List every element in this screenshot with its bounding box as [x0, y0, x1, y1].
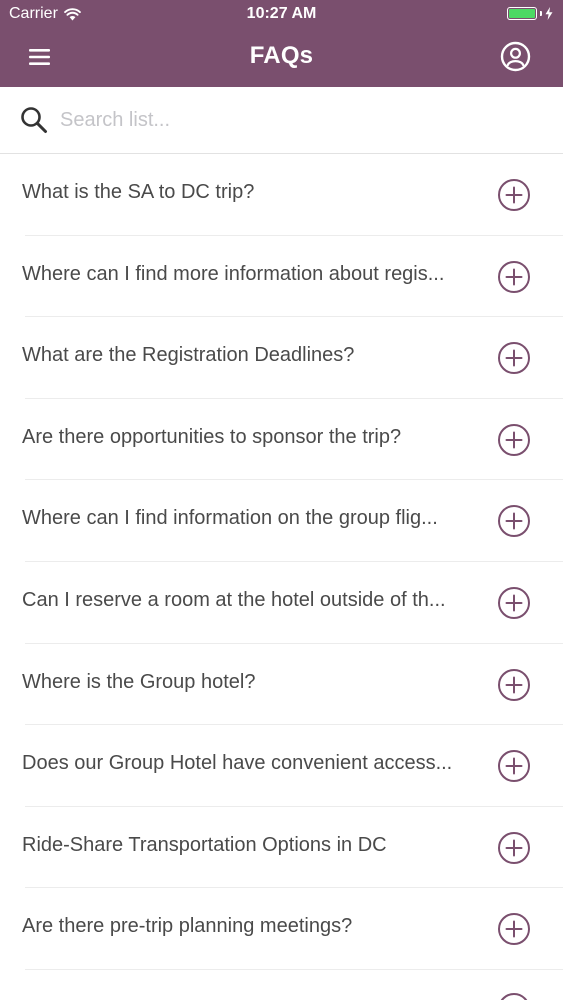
expand-plus-icon[interactable]	[497, 341, 531, 375]
faq-question: Does our Group Hotel have convenient acc…	[22, 752, 453, 775]
faq-question: Are there pre-trip planning meetings?	[22, 915, 353, 938]
app-header: Carrier 10:27 AM FAQs	[0, 0, 563, 87]
faq-question: What are the Registration Deadlines?	[22, 344, 355, 367]
battery-level	[509, 9, 535, 18]
navigation-bar: FAQs	[0, 30, 563, 87]
expand-plus-icon[interactable]	[497, 586, 531, 620]
faq-item[interactable]: Can I reserve a room at the hotel outsid…	[0, 562, 563, 644]
faq-item[interactable]: Are there opportunities to sponsor the t…	[0, 399, 563, 481]
faq-item[interactable]: Ride-Share Transportation Options in DC	[0, 807, 563, 889]
charging-bolt-icon	[545, 7, 553, 20]
faq-question: Are there opportunities to sponsor the t…	[22, 425, 402, 448]
faq-item[interactable]: Where is the Group hotel?	[0, 644, 563, 726]
page-title: FAQs	[249, 42, 314, 69]
expand-plus-icon[interactable]	[497, 912, 531, 946]
battery-icon	[507, 7, 537, 20]
faq-list: What is the SA to DC trip? Where can I f…	[0, 154, 563, 970]
faq-question: What is the SA to DC trip?	[22, 181, 255, 203]
faq-question: Where can I find more information about …	[22, 262, 445, 285]
search-bar	[0, 87, 563, 154]
status-time: 10:27 AM	[246, 5, 317, 22]
battery-indicator	[507, 7, 553, 20]
faqs-screen: Carrier 10:27 AM FAQs Search list... Wha…	[0, 0, 563, 1000]
faq-item[interactable]: Are there pre-trip planning meetings?	[0, 888, 563, 970]
expand-plus-icon[interactable]	[497, 831, 531, 865]
user-circle-icon[interactable]	[500, 41, 531, 72]
search-icon	[21, 107, 47, 133]
expand-plus-icon[interactable]	[497, 504, 531, 538]
faq-item-partial[interactable]	[0, 970, 563, 1000]
faq-question: Where can I find information on the grou…	[22, 507, 438, 530]
faq-question: Can I reserve a room at the hotel outsid…	[22, 588, 446, 611]
expand-plus-icon[interactable]	[497, 668, 531, 702]
faq-item[interactable]: What is the SA to DC trip?	[0, 154, 563, 236]
faq-item[interactable]: Where can I find more information about …	[0, 236, 563, 318]
faq-question: Ride-Share Transportation Options in DC	[22, 833, 387, 856]
expand-plus-icon[interactable]	[497, 749, 531, 783]
expand-plus-icon[interactable]	[497, 260, 531, 294]
status-bar: Carrier 10:27 AM	[0, 0, 563, 30]
faq-question: Where is the Group hotel?	[22, 670, 256, 693]
expand-plus-icon[interactable]	[497, 178, 531, 212]
faq-item[interactable]: Where can I find information on the grou…	[0, 480, 563, 562]
faq-item[interactable]: What are the Registration Deadlines?	[0, 317, 563, 399]
battery-tip	[540, 11, 542, 16]
faq-item[interactable]: Does our Group Hotel have convenient acc…	[0, 725, 563, 807]
search-input[interactable]	[60, 103, 530, 137]
expand-plus-icon[interactable]	[497, 423, 531, 457]
expand-plus-icon[interactable]	[497, 992, 531, 1000]
